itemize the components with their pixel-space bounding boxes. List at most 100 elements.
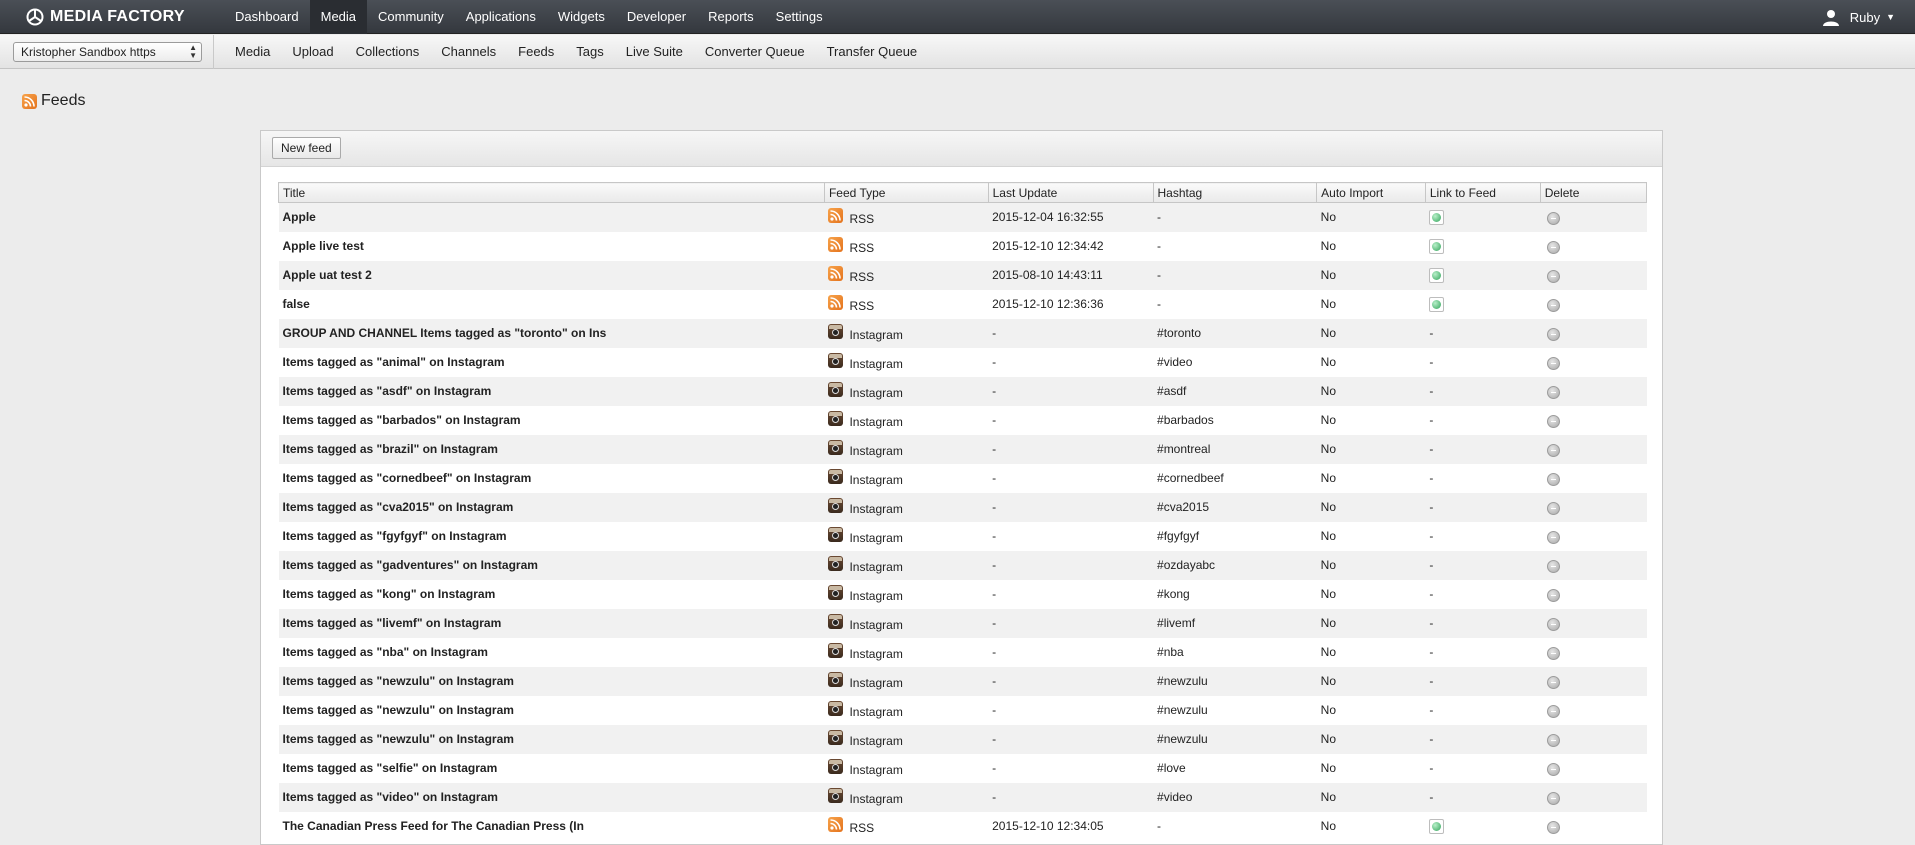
feed-title[interactable]: Items tagged as "newzulu" on Instagram <box>278 695 825 725</box>
delete-icon[interactable] <box>1547 212 1561 226</box>
feed-title[interactable]: Items tagged as "gadventures" on Instagr… <box>278 550 825 580</box>
feed-title[interactable]: Items tagged as "cva2015" on Instagram <box>278 492 825 522</box>
table-row[interactable]: Items tagged as "kong" on Instagram Insta… <box>278 579 1647 609</box>
sub-nav-channels[interactable]: Channels <box>430 35 507 69</box>
delete-icon[interactable] <box>1547 821 1561 834</box>
delete-icon[interactable] <box>1547 560 1561 573</box>
table-row[interactable]: GROUP AND CHANNEL Items tagged as "toron… <box>278 318 1647 348</box>
column-header-delete[interactable]: Delete <box>1539 182 1648 203</box>
table-row[interactable]: Items tagged as "selfie" on Instagram Ins… <box>278 753 1647 783</box>
hashtag: #toronto <box>1153 318 1317 348</box>
table-row[interactable]: Items tagged as "asdf" on Instagram Insta… <box>278 376 1647 406</box>
brand-logo[interactable]: MEDIA FACTORY <box>26 8 185 26</box>
feed-title[interactable]: false <box>278 289 825 319</box>
feed-title[interactable]: Items tagged as "newzulu" on Instagram <box>278 666 825 696</box>
sub-nav-media[interactable]: Media <box>224 35 281 69</box>
column-header-link-to-feed[interactable]: Link to Feed <box>1424 182 1541 203</box>
feed-title[interactable]: Apple uat test 2 <box>278 260 825 290</box>
delete-icon[interactable] <box>1547 386 1561 399</box>
delete-icon[interactable] <box>1547 618 1561 631</box>
sub-nav-tags[interactable]: Tags <box>565 35 614 69</box>
delete-icon[interactable] <box>1547 444 1561 457</box>
delete-icon[interactable] <box>1547 473 1561 486</box>
column-header-feed-type[interactable]: Feed Type <box>823 182 989 203</box>
table-row[interactable]: The Canadian Press Feed for The Canadian… <box>278 811 1647 841</box>
table-row[interactable]: Items tagged as "fgyfgyf" on Instagram In… <box>278 521 1647 551</box>
link-to-feed-icon[interactable] <box>1429 297 1445 312</box>
main-nav-settings[interactable]: Settings <box>765 0 834 34</box>
feed-title[interactable]: Items tagged as "cornedbeef" on Instagra… <box>278 463 825 493</box>
delete-icon[interactable] <box>1547 531 1561 544</box>
delete-icon[interactable] <box>1547 299 1561 312</box>
feed-title[interactable]: Items tagged as "brazil" on Instagram <box>278 434 825 464</box>
delete-icon[interactable] <box>1547 647 1561 660</box>
delete-icon[interactable] <box>1547 763 1561 776</box>
sub-nav-upload[interactable]: Upload <box>281 35 344 69</box>
sub-nav-transfer-queue[interactable]: Transfer Queue <box>816 35 929 69</box>
feed-title[interactable]: Items tagged as "livemf" on Instagram <box>278 608 825 638</box>
table-row[interactable]: Items tagged as "newzulu" on Instagram In… <box>278 666 1647 696</box>
table-row[interactable]: Apple uat test 2 RSS 2015-08-10 14:43:11- N… <box>278 260 1647 290</box>
main-nav-developer[interactable]: Developer <box>616 0 697 34</box>
delete-icon[interactable] <box>1547 241 1561 254</box>
sub-nav-feeds[interactable]: Feeds <box>507 35 565 69</box>
table-row[interactable]: false RSS 2015-12-10 12:36:36- No <box>278 289 1647 319</box>
delete-icon[interactable] <box>1547 705 1561 718</box>
table-row[interactable]: Items tagged as "brazil" on Instagram Ins… <box>278 434 1647 464</box>
sub-nav-converter-queue[interactable]: Converter Queue <box>694 35 816 69</box>
table-row[interactable]: Items tagged as "newzulu" on Instagram In… <box>278 695 1647 725</box>
delete-icon[interactable] <box>1547 734 1561 747</box>
table-row[interactable]: Items tagged as "gadventures" on Instagr… <box>278 550 1647 580</box>
link-to-feed-icon[interactable] <box>1429 210 1445 226</box>
table-row[interactable]: Items tagged as "nba" on Instagram Instag… <box>278 637 1647 667</box>
sub-nav-collections[interactable]: Collections <box>345 35 431 69</box>
main-nav-media[interactable]: Media <box>309 0 368 34</box>
new-feed-button[interactable]: New feed <box>272 137 341 159</box>
delete-icon[interactable] <box>1547 328 1561 341</box>
main-nav-dashboard[interactable]: Dashboard <box>224 0 310 34</box>
user-menu[interactable]: Ruby ▼ <box>1822 0 1895 34</box>
column-header-last-update[interactable]: Last Update <box>987 182 1154 203</box>
feed-title[interactable]: Items tagged as "selfie" on Instagram <box>278 753 825 783</box>
site-select[interactable]: Kristopher Sandbox https ▲ ▼ <box>13 42 202 62</box>
feed-title[interactable]: Items tagged as "asdf" on Instagram <box>278 376 825 406</box>
link-to-feed-icon[interactable] <box>1429 268 1445 283</box>
feed-title[interactable]: Items tagged as "fgyfgyf" on Instagram <box>278 521 825 551</box>
main-nav-community[interactable]: Community <box>367 0 455 34</box>
delete-icon[interactable] <box>1547 589 1561 602</box>
feed-title[interactable]: Items tagged as "video" on Instagram <box>278 782 825 812</box>
main-nav-applications[interactable]: Applications <box>455 0 547 34</box>
column-header-title[interactable]: Title <box>278 182 825 203</box>
table-row[interactable]: Items tagged as "video" on Instagram Inst… <box>278 782 1647 812</box>
delete-icon[interactable] <box>1547 792 1561 805</box>
delete-icon[interactable] <box>1547 357 1561 370</box>
feed-title[interactable]: Apple live test <box>278 231 825 261</box>
column-header-hashtag[interactable]: Hashtag <box>1152 182 1318 203</box>
feed-title[interactable]: Items tagged as "barbados" on Instagram <box>278 405 825 435</box>
delete-icon[interactable] <box>1547 502 1561 515</box>
sub-nav-live-suite[interactable]: Live Suite <box>615 35 694 69</box>
main-nav-reports[interactable]: Reports <box>697 0 765 34</box>
feed-title[interactable]: Items tagged as "newzulu" on Instagram <box>278 724 825 754</box>
delete-icon[interactable] <box>1547 676 1561 689</box>
table-row[interactable]: Items tagged as "cva2015" on Instagram In… <box>278 492 1647 522</box>
feed-title[interactable]: GROUP AND CHANNEL Items tagged as "toron… <box>278 318 825 348</box>
table-row[interactable]: Apple RSS 2015-12-04 16:32:55- No <box>278 202 1647 232</box>
table-row[interactable]: Items tagged as "livemf" on Instagram Ins… <box>278 608 1647 638</box>
table-row[interactable]: Items tagged as "cornedbeef" on Instagra… <box>278 463 1647 493</box>
feed-title[interactable]: The Canadian Press Feed for The Canadian… <box>278 811 825 841</box>
feed-title[interactable]: Items tagged as "nba" on Instagram <box>278 637 825 667</box>
table-row[interactable]: Items tagged as "newzulu" on Instagram In… <box>278 724 1647 754</box>
table-row[interactable]: Apple live test RSS 2015-12-10 12:34:42- No <box>278 231 1647 261</box>
feed-title[interactable]: Items tagged as "kong" on Instagram <box>278 579 825 609</box>
main-nav-widgets[interactable]: Widgets <box>547 0 616 34</box>
column-header-auto-import[interactable]: Auto Import <box>1316 182 1426 203</box>
link-to-feed-icon[interactable] <box>1429 239 1445 254</box>
feed-title[interactable]: Items tagged as "animal" on Instagram <box>278 347 825 377</box>
delete-icon[interactable] <box>1547 415 1561 428</box>
table-row[interactable]: Items tagged as "barbados" on Instagram I… <box>278 405 1647 435</box>
link-to-feed-icon[interactable] <box>1429 819 1445 834</box>
delete-icon[interactable] <box>1547 270 1561 283</box>
table-row[interactable]: Items tagged as "animal" on Instagram Ins… <box>278 347 1647 377</box>
feed-title[interactable]: Apple <box>278 202 825 232</box>
